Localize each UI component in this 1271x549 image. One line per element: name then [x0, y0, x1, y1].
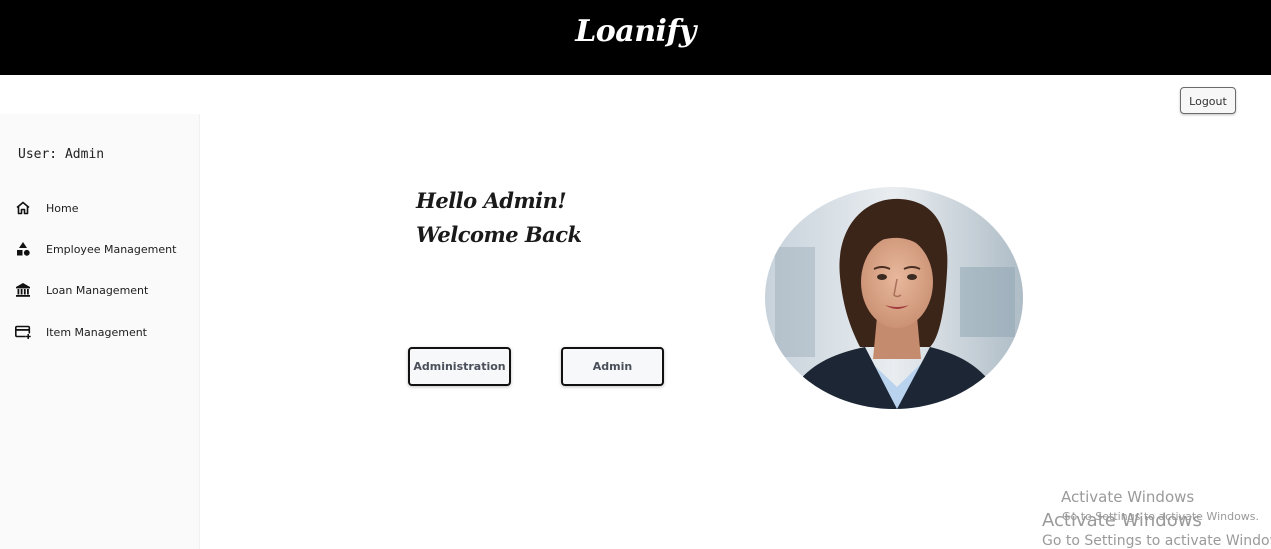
bank-icon — [14, 281, 32, 299]
shapes-icon — [14, 240, 32, 258]
activation-watermark-title: Activate Windows — [1061, 488, 1195, 506]
sidebar-item-loan-management[interactable]: Loan Management — [14, 279, 148, 301]
home-icon — [14, 199, 32, 217]
sidebar-item-label: Employee Management — [46, 242, 177, 256]
sidebar-item-employee-management[interactable]: Employee Management — [14, 238, 176, 260]
sidebar-item-label: Item Management — [46, 325, 147, 339]
activation-watermark-title-2: Activate Windows — [1042, 510, 1202, 531]
profile-photo — [765, 187, 1023, 409]
top-bar: Loanify — [0, 0, 1271, 75]
sidebar-item-home[interactable]: Home — [14, 197, 78, 219]
user-label: User: Admin — [18, 147, 105, 162]
card-add-icon — [14, 323, 32, 341]
administration-button[interactable]: Administration — [408, 347, 511, 386]
brand-logo[interactable]: Loanify — [0, 14, 1271, 49]
sidebar-item-label: Home — [46, 201, 79, 215]
admin-button[interactable]: Admin — [561, 347, 664, 386]
logout-button[interactable]: Logout — [1180, 87, 1236, 114]
sidebar-item-item-management[interactable]: Item Management — [14, 321, 147, 343]
greeting-line-1: Hello Admin! — [416, 188, 567, 213]
greeting-line-2: Welcome Back — [416, 222, 582, 247]
activation-watermark-subtitle-2: Go to Settings to activate Windows. — [1042, 533, 1271, 549]
sidebar: User: Admin Home Employee Management Loa… — [0, 114, 200, 549]
sidebar-item-label: Loan Management — [46, 283, 149, 297]
